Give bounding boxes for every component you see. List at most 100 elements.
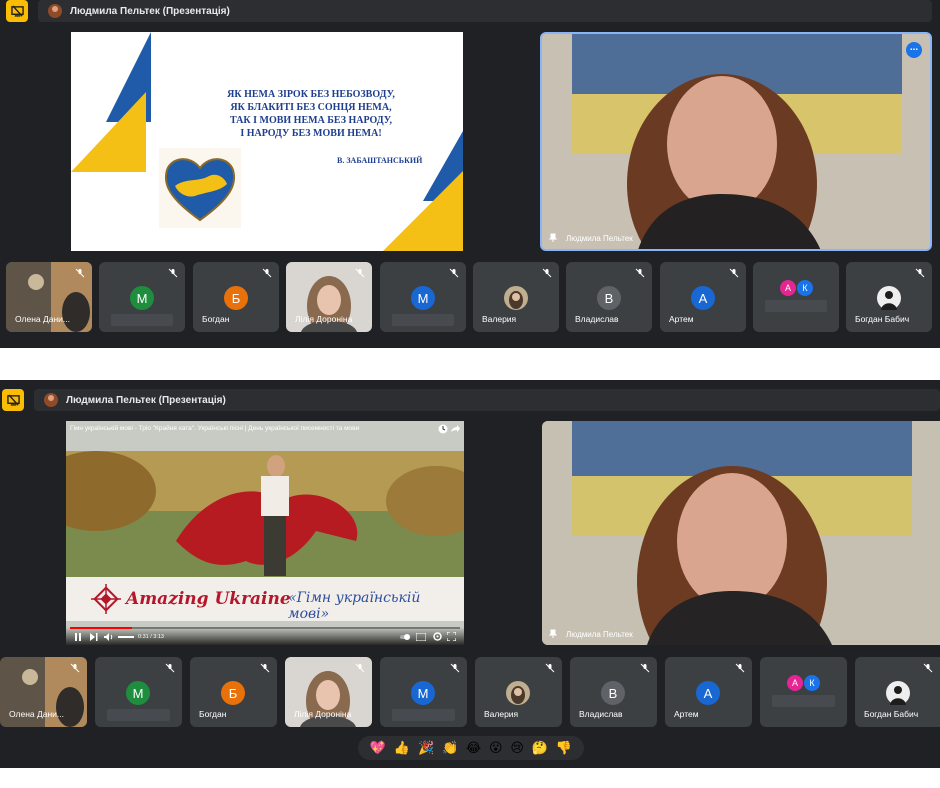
mic-off-icon [75,268,85,278]
participant-tile[interactable]: Б Богдан [193,262,279,332]
sparkling-heart-reaction-icon[interactable]: 💖 [370,741,386,756]
participant-name: Артем [669,314,694,324]
slide-blue-yellow-triangle-left [71,32,151,172]
share-icon[interactable] [450,424,460,434]
participant-name: Олена Дани... [9,709,64,719]
poem-line: ЯК НЕМА ЗІРОК БЕЗ НЕБОЗВОДУ, [227,89,395,100]
participant-tile[interactable]: В Владислав [566,262,652,332]
surprised-reaction-icon[interactable]: 😮 [489,741,503,756]
laughing-reaction-icon[interactable]: 😂 [466,741,481,756]
heart-map-image [159,148,241,228]
participant-tile[interactable]: Лілія Дороніна [286,262,372,332]
participant-tile[interactable]: Валерия [475,657,562,727]
mic-off-icon [262,268,272,278]
participant-avatar: А [691,286,715,310]
participant-photo [504,286,528,310]
participant-tile[interactable]: Б Богдан [190,657,277,727]
participant-tile[interactable]: М [95,657,182,727]
participant-name-placeholder [111,314,173,326]
participant-name: Лілія Дороніна [294,709,352,719]
participant-avatar: Б [221,681,245,705]
participant-name: Валерия [482,314,517,324]
poem-line: І НАРОДУ БЕЗ МОВИ НЕМА! [240,128,382,139]
thumbs-down-reaction-icon[interactable]: 👎 [556,741,572,756]
meet-screenshot-bottom: Людмила Пельтек (Презентація) Гімн украї… [0,380,940,768]
participant-tile[interactable]: Валерия [473,262,559,332]
volume-slider[interactable] [118,636,134,638]
presentation-icon[interactable] [6,0,28,22]
slide-poem: ЯК НЕМА ЗІРОК БЕЗ НЕБОЗВОДУ, ЯК БЛАКИТІ … [186,88,436,140]
mic-off-icon [915,268,925,278]
participant-tile[interactable]: А Артем [665,657,752,727]
youtube-video[interactable]: Гімн українській мові - Тріо "Крайня хат… [66,421,464,645]
participant-tile[interactable]: М [380,657,467,727]
mic-off-icon [70,663,80,673]
video-time: 0:31 / 3:13 [138,634,164,640]
clapping-reaction-icon[interactable]: 👏 [442,741,458,756]
speaker-video[interactable]: ... Людмила Пельтек [540,32,932,251]
participant-photo [886,681,910,705]
participant-tile[interactable]: А Артем [660,262,746,332]
participant-avatar: К [797,280,813,296]
mic-off-icon [542,268,552,278]
video-brand: Amazing Ukraine [126,589,291,609]
participant-photo [506,681,530,705]
participant-avatar: А [696,681,720,705]
participant-tile[interactable]: Богдан Бабич [855,657,940,727]
mic-off-icon [635,268,645,278]
pin-icon[interactable] [548,233,558,243]
participant-tile-group[interactable]: А К [760,657,847,727]
participant-tile-group[interactable]: А К [753,262,839,332]
autoplay-icon[interactable] [400,633,410,641]
mic-off-icon [545,663,555,673]
clock-icon[interactable] [438,424,448,434]
participant-name-placeholder [107,709,170,721]
pause-icon[interactable] [74,633,82,641]
participant-avatar: М [411,681,435,705]
participant-photo [877,286,901,310]
presenter-bar[interactable]: Людмила Пельтек (Презентація) [38,0,932,22]
participant-tile[interactable]: Богдан Бабич [846,262,932,332]
speaker-video-frame [542,421,940,645]
mic-off-icon [165,663,175,673]
participant-avatar: М [130,286,154,310]
participant-avatar: В [601,681,625,705]
presentation-slide: ЯК НЕМА ЗІРОК БЕЗ НЕБОЗВОДУ, ЯК БЛАКИТІ … [71,32,463,251]
thinking-reaction-icon[interactable]: 🤔 [532,741,548,756]
speaker-name: Людмила Пельтек [566,233,633,243]
presentation-icon[interactable] [2,389,24,411]
presenter-bar[interactable]: Людмила Пельтек (Презентація) [34,389,940,411]
thumbs-up-reaction-icon[interactable]: 👍 [394,741,410,756]
participant-tile[interactable]: М [99,262,185,332]
settings-icon[interactable] [433,632,442,641]
participant-tile[interactable]: М [380,262,466,332]
participant-avatar: К [804,675,820,691]
participant-name: Лілія Дороніна [295,314,353,324]
speaker-video[interactable]: Людмила Пельтек [542,421,940,645]
participant-tile[interactable]: Олена Дани... [6,262,92,332]
participant-name: Олена Дани... [15,314,70,324]
sad-reaction-icon[interactable]: 😢 [510,741,524,756]
video-controls: 0:31 / 3:13 [66,627,464,645]
presenter-avatar [48,4,62,18]
participant-tile[interactable]: В Владислав [570,657,657,727]
volume-icon[interactable] [104,633,114,641]
participant-avatar: Б [224,286,248,310]
participant-avatar: В [597,286,621,310]
pin-icon[interactable] [548,629,558,639]
participant-name: Владислав [579,709,623,719]
slide-blue-yellow-triangle-right [383,131,463,251]
participant-name-placeholder [765,300,827,312]
mic-off-icon [450,663,460,673]
video-progress-track[interactable] [70,627,460,629]
next-icon[interactable] [90,633,98,641]
fullscreen-icon[interactable] [447,632,456,641]
party-popper-reaction-icon[interactable]: 🎉 [418,741,434,756]
participant-tile[interactable]: Олена Дани... [0,657,87,727]
more-options-button[interactable]: ... [906,42,922,58]
mic-off-icon [640,663,650,673]
poem-line: ЯК БЛАКИТІ БЕЗ СОНЦЯ НЕМА, [230,102,392,113]
participant-tile[interactable]: Лілія Дороніна [285,657,372,727]
subtitles-icon[interactable] [416,633,426,641]
participant-avatar: А [780,280,796,296]
